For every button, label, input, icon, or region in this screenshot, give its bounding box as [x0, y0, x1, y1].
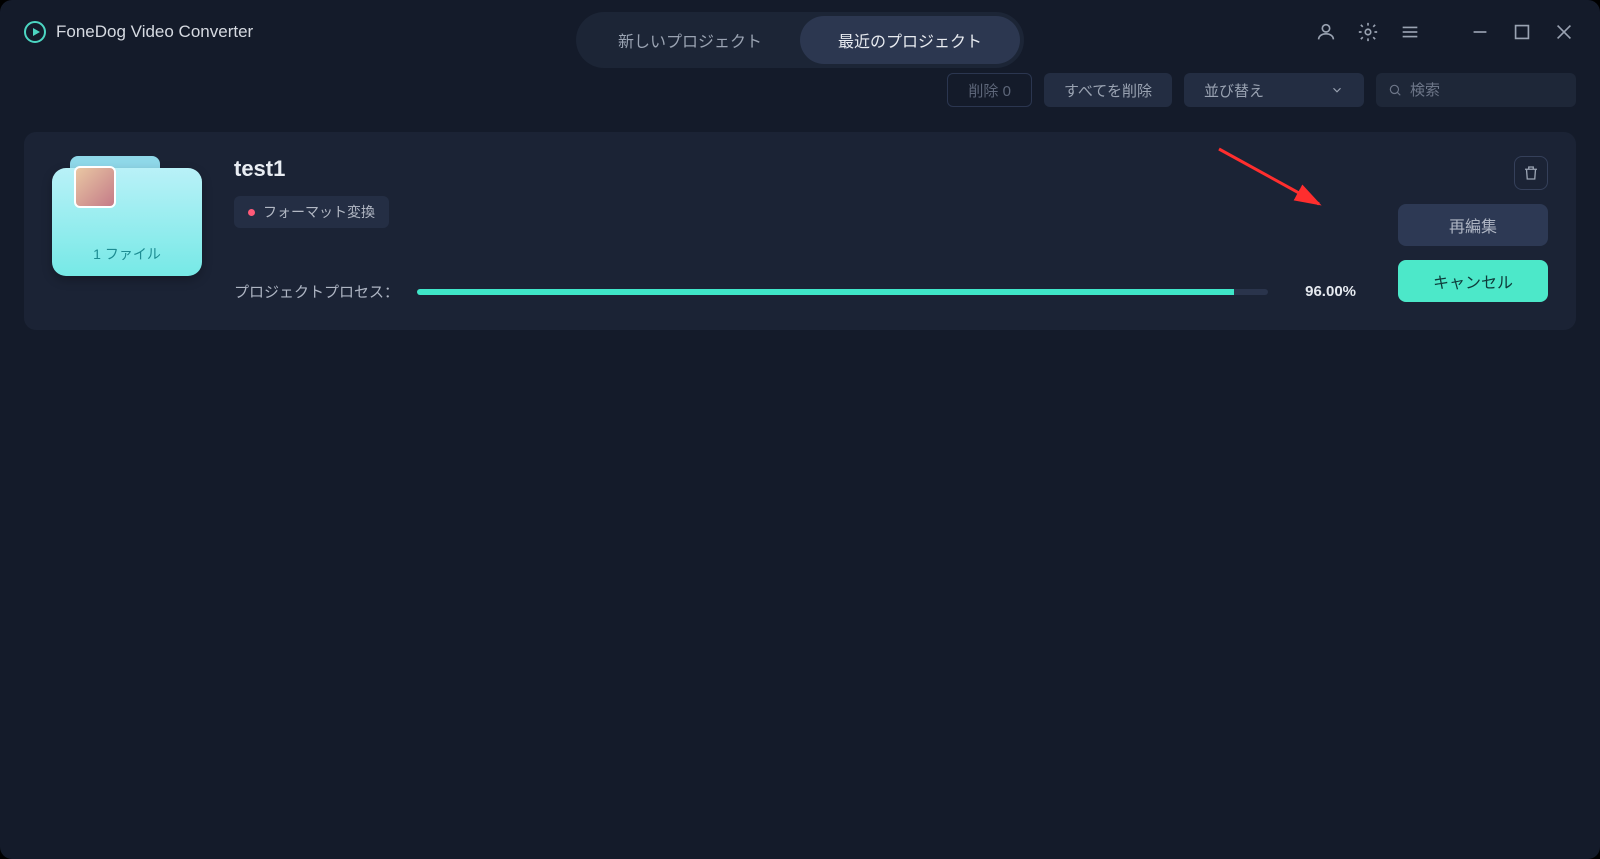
progress-percent: 96.00%: [1286, 283, 1356, 300]
delete-all-button[interactable]: すべてを削除: [1044, 73, 1172, 107]
progress-fill: [417, 289, 1234, 295]
cancel-button[interactable]: キャンセル: [1398, 260, 1548, 302]
project-thumbnail: 1 ファイル: [52, 156, 202, 276]
search-input[interactable]: [1410, 82, 1564, 99]
status-dot-icon: [248, 209, 255, 216]
project-title: test1: [234, 156, 1356, 182]
content-area: 1 ファイル test1 フォーマット変換 プロジェクトプロセス： 96.: [0, 116, 1600, 346]
search-icon: [1388, 82, 1402, 98]
delete-button[interactable]: 削除 0: [947, 73, 1032, 107]
window-controls: [1314, 20, 1576, 44]
settings-icon[interactable]: [1356, 20, 1380, 44]
minimize-icon[interactable]: [1468, 20, 1492, 44]
play-circle-icon: [24, 21, 46, 43]
tab-recent-projects[interactable]: 最近のプロジェクト: [800, 16, 1020, 64]
format-convert-badge: フォーマット変換: [234, 196, 389, 228]
delete-project-button[interactable]: [1514, 156, 1548, 190]
app-logo: FoneDog Video Converter: [24, 21, 253, 43]
toolbar: 削除 0 すべてを削除 並び替え: [0, 64, 1600, 116]
trash-icon: [1522, 164, 1540, 182]
chevron-down-icon: [1330, 83, 1344, 97]
reedit-button[interactable]: 再編集: [1398, 204, 1548, 246]
badge-label: フォーマット変換: [263, 202, 375, 222]
app-title: FoneDog Video Converter: [56, 22, 253, 42]
progress-row: プロジェクトプロセス： 96.00%: [234, 281, 1356, 302]
project-tabs: 新しいプロジェクト 最近のプロジェクト: [576, 12, 1024, 68]
maximize-icon[interactable]: [1510, 20, 1534, 44]
titlebar: FoneDog Video Converter 新しいプロジェクト 最近のプロジ…: [0, 0, 1600, 64]
sort-select-label: 並び替え: [1204, 80, 1264, 101]
project-card: 1 ファイル test1 フォーマット変換 プロジェクトプロセス： 96.: [24, 132, 1576, 330]
close-icon[interactable]: [1552, 20, 1576, 44]
app-window: FoneDog Video Converter 新しいプロジェクト 最近のプロジ…: [0, 0, 1600, 859]
tab-new-project[interactable]: 新しいプロジェクト: [580, 16, 800, 64]
search-box[interactable]: [1376, 73, 1576, 107]
video-preview-icon: [74, 166, 116, 208]
project-actions: 再編集 キャンセル: [1388, 156, 1548, 302]
project-main: test1 フォーマット変換 プロジェクトプロセス： 96.00%: [234, 156, 1356, 302]
sort-select[interactable]: 並び替え: [1184, 73, 1364, 107]
file-count-label: 1 ファイル: [93, 244, 161, 264]
progress-bar: [417, 289, 1268, 295]
account-icon[interactable]: [1314, 20, 1338, 44]
progress-label: プロジェクトプロセス：: [234, 281, 399, 302]
menu-icon[interactable]: [1398, 20, 1422, 44]
